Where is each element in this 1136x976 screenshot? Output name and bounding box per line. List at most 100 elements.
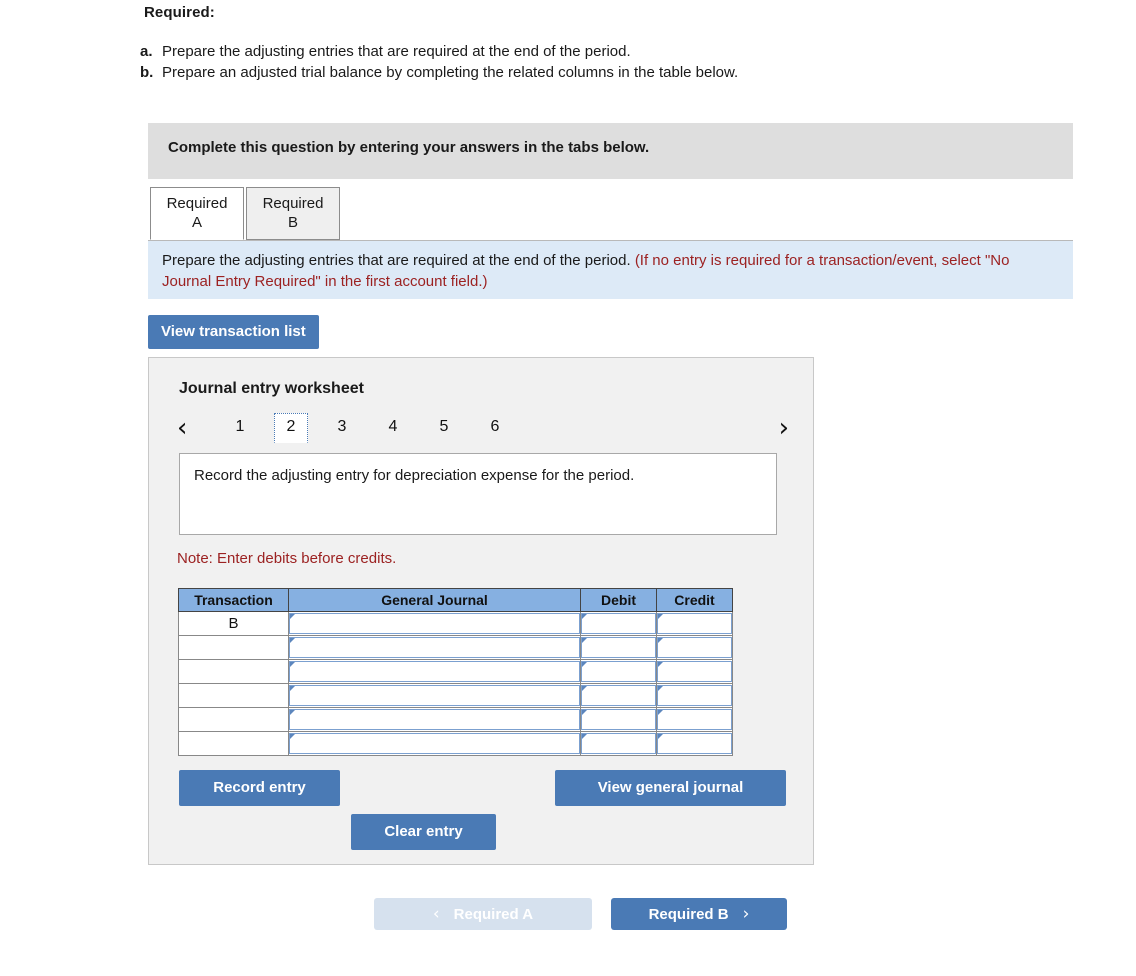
transaction-cell-3 [178, 659, 289, 684]
required-tabs: Required A Required B [150, 187, 340, 240]
view-transaction-list-button[interactable]: View transaction list [148, 315, 319, 349]
table-row [178, 731, 733, 756]
journal-entry-worksheet-panel: Journal entry worksheet ‹ 1 2 3 4 5 6 › … [148, 357, 814, 865]
required-item-b-text: Prepare an adjusted trial balance by com… [162, 64, 739, 81]
journal-entry-table: Transaction General Journal Debit Credit… [178, 588, 733, 756]
worksheet-page-3[interactable]: 3 [325, 413, 359, 443]
nav-required-b-label: Required B [648, 905, 729, 923]
view-general-journal-button[interactable]: View general journal [555, 770, 786, 806]
instructions-banner: Complete this question by entering your … [148, 123, 1073, 179]
transaction-cell-2 [178, 635, 289, 660]
table-row [178, 659, 733, 684]
debit-cell-5[interactable] [580, 707, 657, 732]
question-instruction-panel: Prepare the adjusting entries that are r… [148, 241, 1073, 299]
required-heading: Required: [144, 4, 215, 21]
column-header-transaction: Transaction [178, 588, 289, 612]
general-journal-cell-5[interactable] [288, 707, 581, 732]
credit-cell-3[interactable] [656, 659, 733, 684]
general-journal-cell-6[interactable] [288, 731, 581, 756]
chevron-right-icon: › [742, 903, 750, 924]
transaction-cell-1: B [178, 611, 289, 636]
general-journal-cell-2[interactable] [288, 635, 581, 660]
instructions-banner-text: Complete this question by entering your … [168, 139, 650, 156]
clear-entry-button[interactable]: Clear entry [351, 814, 496, 850]
tab-required-b[interactable]: Required B [246, 187, 340, 240]
general-journal-input-4[interactable] [289, 685, 580, 706]
table-row [178, 635, 733, 660]
general-journal-input-6[interactable] [289, 733, 580, 754]
debit-input-4[interactable] [581, 685, 656, 706]
worksheet-prompt: Record the adjusting entry for depreciat… [179, 453, 777, 535]
table-row [178, 683, 733, 708]
required-list: a. Prepare the adjusting entries that ar… [140, 41, 738, 83]
worksheet-page-4[interactable]: 4 [376, 413, 410, 443]
chevron-right-icon[interactable]: › [779, 415, 789, 441]
question-instruction-black: Prepare the adjusting entries that are r… [162, 252, 635, 269]
debit-input-6[interactable] [581, 733, 656, 754]
general-journal-input-5[interactable] [289, 709, 580, 730]
debit-input-1[interactable] [581, 613, 656, 634]
table-row [178, 707, 733, 732]
journal-table-header-row: Transaction General Journal Debit Credit [178, 588, 733, 612]
credit-cell-2[interactable] [656, 635, 733, 660]
required-item-b: b. Prepare an adjusted trial balance by … [140, 62, 738, 83]
journal-table-body: B [178, 611, 733, 756]
credit-input-4[interactable] [657, 685, 732, 706]
nav-required-b-button[interactable]: Required B › [611, 898, 787, 930]
worksheet-page-1[interactable]: 1 [223, 413, 257, 443]
credit-input-5[interactable] [657, 709, 732, 730]
worksheet-pager: ‹ 1 2 3 4 5 6 › [171, 413, 793, 451]
chevron-left-icon: ‹ [432, 903, 440, 924]
general-journal-input-1[interactable] [289, 613, 580, 634]
debit-input-2[interactable] [581, 637, 656, 658]
chevron-left-icon[interactable]: ‹ [177, 415, 187, 441]
tab-required-a-line1: Required [166, 195, 228, 212]
record-entry-button[interactable]: Record entry [179, 770, 340, 806]
worksheet-page-5[interactable]: 5 [427, 413, 461, 443]
credit-input-1[interactable] [657, 613, 732, 634]
general-journal-cell-3[interactable] [288, 659, 581, 684]
credit-input-3[interactable] [657, 661, 732, 682]
worksheet-pager-pages: 1 2 3 4 5 6 [223, 413, 529, 443]
debit-cell-4[interactable] [580, 683, 657, 708]
tab-required-b-line1: Required [262, 195, 324, 212]
general-journal-input-2[interactable] [289, 637, 580, 658]
tab-required-a[interactable]: Required A [150, 187, 244, 240]
debit-cell-3[interactable] [580, 659, 657, 684]
required-item-b-marker: b. [140, 64, 154, 81]
credit-input-6[interactable] [657, 733, 732, 754]
transaction-cell-5 [178, 707, 289, 732]
table-row: B [178, 611, 733, 636]
general-journal-input-3[interactable] [289, 661, 580, 682]
credit-cell-5[interactable] [656, 707, 733, 732]
debit-input-3[interactable] [581, 661, 656, 682]
required-item-a-text: Prepare the adjusting entries that are r… [162, 43, 631, 60]
transaction-cell-4 [178, 683, 289, 708]
column-header-debit: Debit [580, 588, 657, 612]
debit-cell-1[interactable] [580, 611, 657, 636]
required-item-a: a. Prepare the adjusting entries that ar… [140, 41, 738, 62]
tab-required-b-line2: B [287, 214, 298, 231]
bottom-navigation: ‹ Required A Required B › [374, 898, 787, 930]
credit-cell-4[interactable] [656, 683, 733, 708]
general-journal-cell-4[interactable] [288, 683, 581, 708]
credit-cell-6[interactable] [656, 731, 733, 756]
nav-required-a-button[interactable]: ‹ Required A [374, 898, 592, 930]
page-root: Required: a. Prepare the adjusting entri… [0, 0, 1136, 976]
debit-cell-6[interactable] [580, 731, 657, 756]
credit-cell-1[interactable] [656, 611, 733, 636]
credit-input-2[interactable] [657, 637, 732, 658]
nav-required-a-label: Required A [453, 905, 534, 923]
transaction-cell-6 [178, 731, 289, 756]
general-journal-cell-1[interactable] [288, 611, 581, 636]
debit-input-5[interactable] [581, 709, 656, 730]
worksheet-page-2[interactable]: 2 [274, 413, 308, 443]
required-item-a-marker: a. [140, 43, 153, 60]
question-instruction-text: Prepare the adjusting entries that are r… [162, 250, 1059, 292]
debit-cell-2[interactable] [580, 635, 657, 660]
worksheet-page-6[interactable]: 6 [478, 413, 512, 443]
debits-before-credits-note: Note: Enter debits before credits. [177, 550, 397, 567]
column-header-general-journal: General Journal [288, 588, 581, 612]
tab-required-a-line2: A [191, 214, 202, 231]
column-header-credit: Credit [656, 588, 733, 612]
